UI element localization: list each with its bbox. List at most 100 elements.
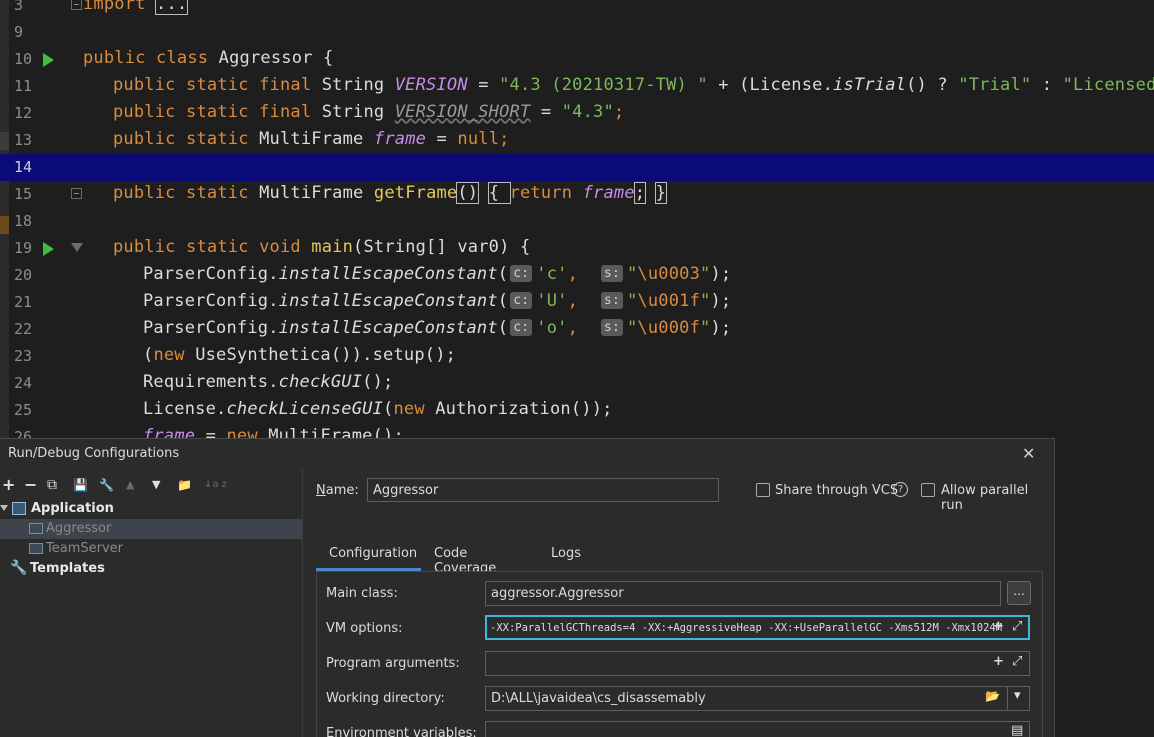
code-line[interactable]: 15 public static MultiFrame getFrame() { … bbox=[0, 181, 1154, 208]
parameter-hint: s: bbox=[600, 292, 623, 309]
code-token: public static bbox=[113, 183, 260, 203]
parameter-hint: c: bbox=[510, 319, 533, 336]
tab-code-coverage[interactable]: Code Coverage bbox=[434, 541, 496, 576]
code-token: public static final bbox=[113, 102, 322, 122]
code-line[interactable]: 3 import ... bbox=[0, 0, 1154, 19]
code-line[interactable]: 18 bbox=[0, 208, 1154, 235]
plus-icon[interactable]: + bbox=[993, 619, 1004, 634]
tab-logs[interactable]: Logs bbox=[551, 541, 581, 571]
name-input[interactable]: Aggressor bbox=[367, 478, 719, 502]
expand-icon[interactable]: ⤢ bbox=[1012, 619, 1022, 634]
chevron-down-icon[interactable]: ▾ bbox=[1014, 688, 1021, 703]
fold-icon[interactable] bbox=[71, 0, 82, 10]
code-token: main bbox=[311, 237, 354, 257]
environment-variables-input[interactable] bbox=[485, 721, 1030, 737]
code-line[interactable]: 20 ParserConfig.installEscapeConstant(c: '… bbox=[0, 262, 1154, 289]
code-token: ( bbox=[497, 318, 509, 338]
wrench-icon[interactable]: 🔧 bbox=[99, 475, 114, 495]
code-line[interactable]: 23 (new UseSynthetica()).setup(); bbox=[0, 343, 1154, 370]
wrench-icon: 🔧 bbox=[10, 560, 28, 576]
plus-icon[interactable]: + bbox=[993, 654, 1004, 669]
code-token: + (License. bbox=[707, 75, 834, 95]
code-token: () bbox=[456, 182, 480, 204]
code-token: public static void bbox=[113, 237, 312, 257]
tree-item-aggressor[interactable]: Aggressor bbox=[0, 519, 302, 539]
code-line[interactable]: 11 public static final String VERSION = "… bbox=[0, 73, 1154, 100]
remove-icon[interactable]: − bbox=[24, 475, 37, 495]
code-line[interactable]: 19 public static void main(String[] var0)… bbox=[0, 235, 1154, 262]
expand-icon[interactable]: ⤢ bbox=[1012, 654, 1022, 669]
tree-item-label: Aggressor bbox=[46, 521, 112, 536]
code-line[interactable]: 10 public class Aggressor { bbox=[0, 46, 1154, 73]
fold-icon[interactable] bbox=[71, 188, 82, 199]
tree-item-teamserver[interactable]: TeamServer bbox=[0, 539, 302, 559]
main-class-input[interactable]: aggressor.Aggressor bbox=[485, 581, 1001, 606]
code-token: "Trial" bbox=[958, 75, 1032, 95]
line-number: 12 bbox=[14, 104, 33, 122]
configuration-editor: Name: Aggressor Share through VCS ? Allo… bbox=[304, 467, 1054, 737]
fold-icon[interactable] bbox=[71, 243, 83, 252]
code-token: ( bbox=[497, 291, 509, 311]
tab-configuration[interactable]: Configuration bbox=[316, 541, 421, 571]
code-token: public static bbox=[113, 129, 260, 149]
close-icon[interactable]: ✕ bbox=[1022, 444, 1035, 463]
tree-node-templates[interactable]: 🔧 Templates bbox=[0, 559, 302, 579]
code-token: ... bbox=[155, 0, 189, 15]
vm-options-input[interactable]: -XX:ParallelGCThreads=4 -XX:+AggressiveH… bbox=[485, 615, 1030, 640]
tree-node-application[interactable]: Application bbox=[0, 499, 302, 519]
chevron-down-icon[interactable] bbox=[0, 505, 8, 511]
line-number: 14 bbox=[14, 158, 33, 176]
run-gutter-icon[interactable] bbox=[43, 53, 54, 67]
code-text: public static MultiFrame frame = null; bbox=[113, 129, 510, 149]
code-line[interactable]: 13 public static MultiFrame frame = null; bbox=[0, 127, 1154, 154]
code-line[interactable]: 12 public static final String VERSION_SHO… bbox=[0, 100, 1154, 127]
code-text: ParserConfig.installEscapeConstant(c: 'U'… bbox=[143, 291, 731, 311]
code-line[interactable]: 14 bbox=[0, 154, 1154, 181]
folder-icon[interactable]: 📁 bbox=[177, 475, 192, 495]
code-token: checkLicenseGUI bbox=[226, 399, 384, 419]
run-gutter-icon[interactable] bbox=[43, 242, 54, 256]
main-class-label: Main class: bbox=[326, 586, 398, 601]
move-down-icon[interactable]: ▼ bbox=[152, 475, 160, 495]
run-config-icon bbox=[29, 523, 43, 534]
working-directory-input[interactable]: D:\ALL\javaidea\cs_disassemably bbox=[485, 686, 1030, 711]
program-arguments-input[interactable] bbox=[485, 651, 1030, 676]
code-token: " bbox=[700, 318, 711, 338]
code-token: VERSION bbox=[394, 75, 468, 95]
code-text: ParserConfig.installEscapeConstant(c:'o'… bbox=[143, 318, 731, 338]
line-number: 22 bbox=[14, 320, 33, 338]
code-token: getFrame bbox=[373, 183, 458, 203]
allow-parallel-checkbox[interactable] bbox=[921, 483, 935, 497]
line-number: 18 bbox=[14, 212, 33, 230]
code-token: " bbox=[700, 291, 711, 311]
code-text: Requirements.checkGUI(); bbox=[143, 372, 393, 392]
list-icon[interactable]: ▤ bbox=[1011, 723, 1023, 737]
code-line[interactable]: 21 ParserConfig.installEscapeConstant(c: '… bbox=[0, 289, 1154, 316]
sort-icon[interactable]: ↓a z bbox=[204, 475, 227, 495]
code-line[interactable]: 24 Requirements.checkGUI(); bbox=[0, 370, 1154, 397]
browse-button[interactable]: ... bbox=[1007, 581, 1031, 605]
code-token: = bbox=[530, 102, 562, 122]
folder-open-icon[interactable]: 📂 bbox=[985, 689, 1000, 703]
code-line[interactable]: 22 ParserConfig.installEscapeConstant(c: '… bbox=[0, 316, 1154, 343]
add-icon[interactable]: + bbox=[2, 475, 15, 495]
code-token: \u001f bbox=[637, 291, 701, 311]
code-token: 'c' bbox=[536, 264, 568, 284]
copy-icon[interactable]: ⧉ bbox=[47, 475, 57, 495]
share-vcs-checkbox[interactable] bbox=[756, 483, 770, 497]
save-icon[interactable]: 💾 bbox=[73, 475, 88, 495]
move-up-icon[interactable]: ▲ bbox=[126, 475, 134, 495]
line-number: 13 bbox=[14, 131, 33, 149]
code-line[interactable]: 25 License.checkLicenseGUI(new Authorizat… bbox=[0, 397, 1154, 424]
program-arguments-label: Program arguments: bbox=[326, 656, 460, 671]
line-number: 20 bbox=[14, 266, 33, 284]
tree-item-label: TeamServer bbox=[46, 541, 123, 556]
code-token: installEscapeConstant bbox=[278, 318, 498, 338]
code-token: ( bbox=[383, 399, 394, 419]
code-token: String bbox=[321, 75, 395, 95]
line-number: 15 bbox=[14, 185, 33, 203]
help-icon[interactable]: ? bbox=[893, 482, 908, 497]
code-token: Requirements. bbox=[143, 372, 279, 392]
code-token: ( bbox=[497, 264, 509, 284]
code-line[interactable]: 9 bbox=[0, 19, 1154, 46]
